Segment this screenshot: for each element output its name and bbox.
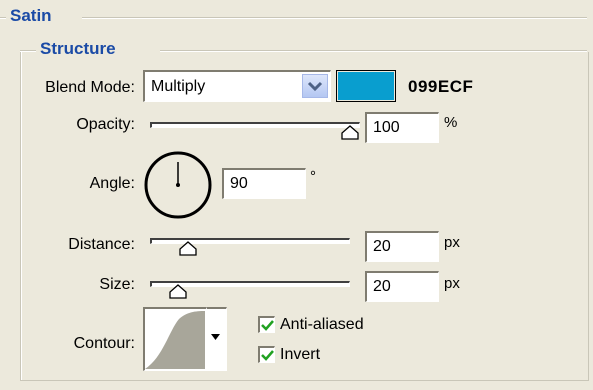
opacity-slider[interactable] <box>150 122 360 128</box>
blend-mode-value: Multiply <box>151 78 206 95</box>
size-unit: px <box>444 275 460 292</box>
blend-mode-label: Blend Mode: <box>45 79 135 96</box>
contour-dropdown-button[interactable] <box>207 307 227 371</box>
separator <box>82 17 587 19</box>
color-swatch-fill <box>338 72 394 100</box>
distance-unit: px <box>444 234 460 251</box>
distance-slider-thumb[interactable] <box>179 241 197 256</box>
opacity-field[interactable]: 100 <box>365 112 439 143</box>
checkmark-icon <box>261 320 274 331</box>
anti-aliased-checkbox[interactable] <box>258 316 275 333</box>
distance-field[interactable]: 20 <box>365 231 439 262</box>
invert-checkbox[interactable] <box>258 346 275 363</box>
size-field[interactable]: 20 <box>365 271 439 302</box>
opacity-label: Opacity: <box>76 116 135 133</box>
angle-label: Angle: <box>89 175 135 192</box>
angle-unit: ° <box>310 168 316 185</box>
angle-dial[interactable] <box>143 150 213 220</box>
contour-preview[interactable] <box>143 307 207 371</box>
distance-label: Distance: <box>68 236 135 253</box>
color-swatch[interactable] <box>336 70 396 102</box>
opacity-unit: % <box>444 114 458 131</box>
checkmark-icon <box>261 350 274 361</box>
anti-aliased-label: Anti-aliased <box>280 316 364 333</box>
color-hex-label: 099ECF <box>408 77 474 96</box>
size-slider-thumb[interactable] <box>169 284 187 299</box>
contour-curve <box>145 311 205 369</box>
angle-field[interactable]: 90 <box>222 168 306 199</box>
contour-label: Contour: <box>73 335 135 352</box>
chevron-down-icon[interactable] <box>302 74 328 98</box>
size-label: Size: <box>99 276 135 293</box>
triangle-down-icon <box>211 334 220 340</box>
blend-mode-select[interactable]: Multiply <box>143 70 331 102</box>
opacity-slider-thumb[interactable] <box>341 125 359 140</box>
panel-title: Satin <box>6 6 56 26</box>
invert-label: Invert <box>280 346 321 363</box>
